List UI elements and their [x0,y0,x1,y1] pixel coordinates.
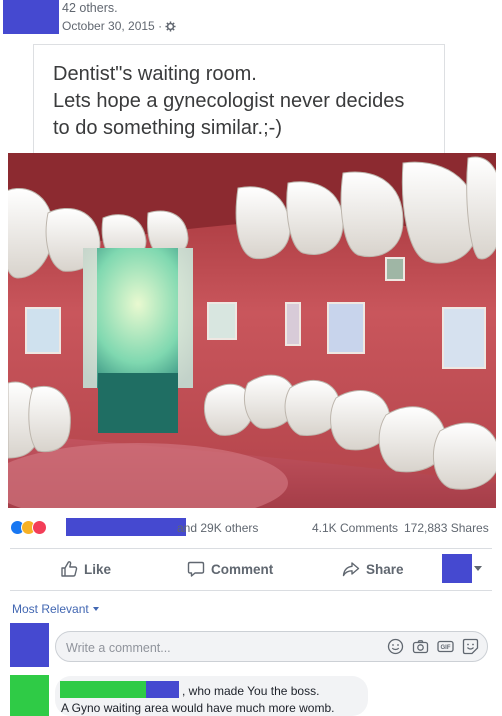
comment-label: Comment [211,561,274,577]
comment-sort-dropdown[interactable]: Most Relevant [12,602,99,616]
post-date[interactable]: October 30, 2015 · [62,19,162,33]
gif-icon[interactable]: GIF [437,638,454,655]
chevron-down-icon[interactable] [474,566,482,571]
gear-icon[interactable] [165,20,176,32]
share-button[interactable]: Share [342,555,404,583]
post-timestamp: October 30, 2015 · [62,19,176,33]
redacted-my-avatar [10,623,49,667]
comment-button[interactable]: Comment [187,555,273,583]
chevron-down-icon [92,607,99,611]
redacted-commenter-name[interactable] [60,681,146,698]
comment-bubble: , who made You the boss. A Gyno waiting … [55,676,368,716]
shared-post-text: Dentist"s waiting room. Lets hope a gyne… [53,63,405,139]
comments-count[interactable]: 4.1K Comments [312,521,398,535]
comment-icon [187,561,205,577]
sticker-icon[interactable] [462,638,479,655]
post-author-line[interactable]: 42 others. [62,0,118,16]
like-button[interactable]: Like [60,555,111,583]
like-label: Like [84,561,112,577]
share-label: Share [366,561,404,577]
svg-text:GIF: GIF [441,645,451,651]
comment-sort-label: Most Relevant [12,602,89,616]
comment-input[interactable] [64,637,368,658]
divider [10,590,492,591]
reaction-icons[interactable] [10,520,47,535]
redacted-audience-avatar[interactable] [442,554,472,583]
comment-box[interactable]: GIF [55,631,488,662]
redacted-tagged-name[interactable] [146,681,179,698]
post-photo[interactable] [8,153,496,508]
waiting-room-photo [8,153,496,508]
post-card: 42 others. October 30, 2015 · Dentist"s … [0,0,502,716]
shares-count[interactable]: 172,883 Shares [404,521,489,535]
thumbs-up-icon [61,561,78,577]
share-icon [342,562,360,577]
redacted-avatar[interactable] [3,0,59,34]
divider [10,548,492,549]
comment-input-icons: GIF [387,638,479,655]
reactions-bar: and 29K others 4.1K Comments 172,883 Sha… [10,516,494,538]
love-icon [32,520,47,535]
comment-text-line2: A Gyno waiting area would have much more… [61,701,335,715]
comment-text-line1: , who made You the boss. [182,684,320,698]
redacted-reactor-names[interactable] [66,518,186,536]
emoji-icon[interactable] [387,638,404,655]
reactions-count[interactable]: and 29K others [177,521,258,535]
redacted-commenter-avatar[interactable] [10,675,49,716]
camera-icon[interactable] [412,638,429,655]
shared-post-box: Dentist"s waiting room. Lets hope a gyne… [33,44,445,153]
